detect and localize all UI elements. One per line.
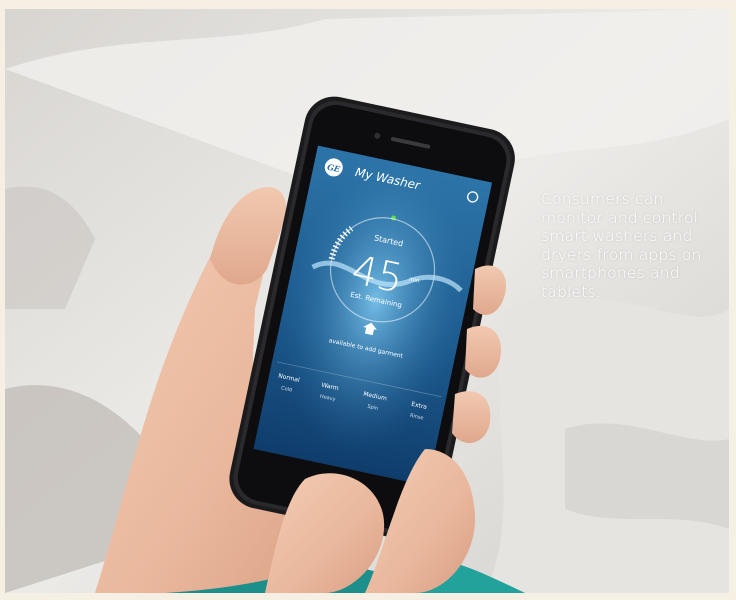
page-frame: GE My Washer Started 45 min Est. Remaini… [0, 0, 736, 600]
photo-illustration: GE My Washer Started 45 min Est. Remaini… [5, 9, 729, 593]
photo-caption: Consumers can monitor and control smart … [541, 190, 702, 301]
photo: GE My Washer Started 45 min Est. Remaini… [5, 9, 729, 593]
finger [452, 391, 491, 444]
